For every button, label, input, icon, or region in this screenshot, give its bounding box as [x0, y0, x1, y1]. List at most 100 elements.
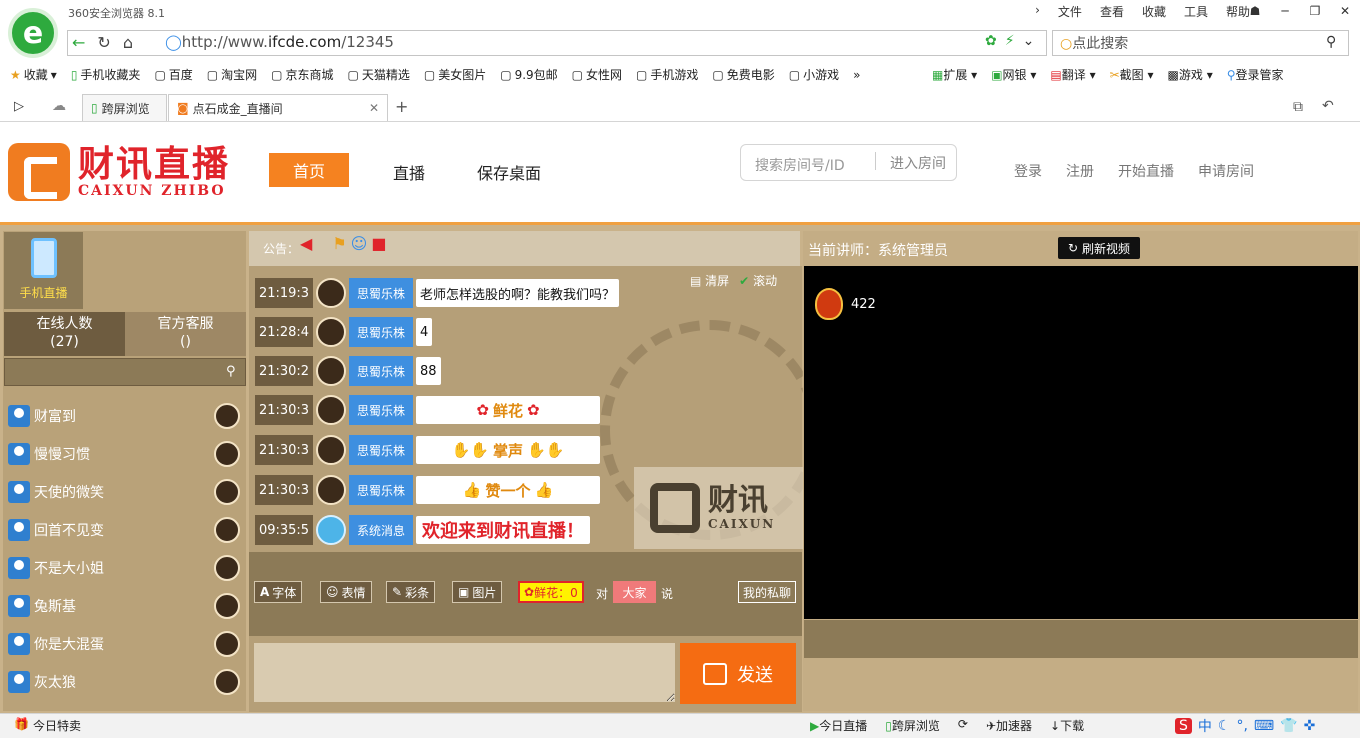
- auto-scroll-toggle[interactable]: ✔ 滚动: [739, 272, 777, 289]
- close-window-button[interactable]: ✕: [1330, 0, 1360, 22]
- extension-item[interactable]: ✂截图 ▾: [1110, 66, 1154, 83]
- moon-icon[interactable]: ☾: [1218, 718, 1231, 734]
- bookmark-item[interactable]: ▢ 百度: [154, 66, 192, 83]
- user-search-input[interactable]: [4, 358, 246, 386]
- room-search-input[interactable]: 搜索房间号/ID: [755, 155, 845, 175]
- back-icon[interactable]: ←: [72, 33, 85, 52]
- font-button[interactable]: A 字体: [254, 581, 303, 603]
- message-sender[interactable]: 思蜀乐株: [349, 475, 414, 505]
- browser-logo-icon[interactable]: e: [8, 8, 58, 58]
- menu-tools[interactable]: 工具: [1184, 3, 1208, 20]
- user-list-item[interactable]: 天使的微笑: [8, 477, 244, 507]
- send-button[interactable]: 发送: [680, 643, 796, 704]
- message-sender[interactable]: 思蜀乐株: [349, 356, 414, 386]
- emoji-button[interactable]: ☺ 表情: [320, 581, 372, 603]
- bookmark-item[interactable]: ▢ 京东商城: [271, 66, 333, 83]
- more-bookmarks-icon[interactable]: »: [853, 66, 860, 83]
- skin-icon[interactable]: ☗: [1240, 0, 1270, 22]
- tab-online-users[interactable]: 在线人数 (27): [4, 312, 125, 356]
- tab-cross-screen[interactable]: ▯ 跨屏浏览: [82, 94, 167, 121]
- site-logo[interactable]: 财讯直播 CAIXUN ZHIBO: [8, 143, 230, 201]
- bookmark-item[interactable]: ▢ 美女图片: [424, 66, 486, 83]
- start-live-link[interactable]: 开始直播: [1118, 161, 1174, 181]
- user-list-item[interactable]: 你是大混蛋: [8, 629, 244, 659]
- menu-favorites[interactable]: 收藏: [1142, 3, 1166, 20]
- punctuation-icon[interactable]: °,: [1236, 718, 1247, 734]
- user-list-item[interactable]: 慢慢习惯: [8, 439, 244, 469]
- dropdown-icon[interactable]: ⌄: [1023, 33, 1035, 49]
- bookmark-item[interactable]: ▢ 女性网: [572, 66, 622, 83]
- speaker-icon[interactable]: ◀: [300, 234, 312, 253]
- new-tab-icon[interactable]: +: [395, 97, 408, 116]
- color-bar-button[interactable]: ✎ 彩条: [386, 581, 436, 603]
- video-player[interactable]: [804, 266, 1358, 619]
- sidebar-toggle-icon[interactable]: ▷: [14, 99, 24, 114]
- status-accelerator[interactable]: ✈加速器: [986, 717, 1032, 734]
- ime-logo-icon[interactable]: S: [1175, 717, 1192, 734]
- mobile-live-button[interactable]: 手机直播: [4, 232, 83, 309]
- user-list-item[interactable]: 兔斯基: [8, 591, 244, 621]
- nav-home[interactable]: 首页: [269, 153, 349, 187]
- user-list-item[interactable]: 灰太狼: [8, 667, 244, 697]
- extension-item[interactable]: ▩游戏 ▾: [1168, 66, 1213, 83]
- message-sender[interactable]: 思蜀乐株: [349, 435, 414, 465]
- security-icon[interactable]: ✿: [985, 33, 997, 49]
- bookmark-item[interactable]: ▢ 天猫精选: [348, 66, 410, 83]
- enter-room-button[interactable]: 进入房间: [890, 153, 946, 173]
- bookmark-item[interactable]: ▢ 淘宝网: [207, 66, 257, 83]
- status-cross-screen[interactable]: ▯跨屏浏览: [885, 717, 940, 734]
- message-sender[interactable]: 思蜀乐株: [349, 395, 414, 425]
- apply-room-link[interactable]: 申请房间: [1198, 161, 1254, 181]
- nav-save-desktop[interactable]: 保存桌面: [477, 160, 541, 184]
- flower-counter[interactable]: ✿ 鲜花：0: [518, 581, 584, 603]
- minimize-button[interactable]: ─: [1270, 0, 1300, 22]
- bookmark-item[interactable]: ▯ 手机收藏夹: [71, 66, 141, 83]
- message-sender[interactable]: 思蜀乐株: [349, 317, 414, 347]
- message-sender[interactable]: 思蜀乐株: [349, 278, 414, 308]
- extension-item[interactable]: ⚲登录管家: [1227, 66, 1284, 83]
- menu-chevron-icon[interactable]: ›: [1035, 3, 1040, 20]
- menu-view[interactable]: 查看: [1100, 3, 1124, 20]
- home-icon[interactable]: ⌂: [123, 33, 133, 52]
- status-refresh-icon[interactable]: ⟳: [958, 717, 968, 734]
- ime-mode[interactable]: 中: [1198, 716, 1212, 736]
- bookmark-favorites[interactable]: ★ 收藏 ▾: [10, 66, 57, 83]
- cloud-icon[interactable]: ☁: [52, 98, 66, 114]
- nav-live[interactable]: 直播: [393, 160, 425, 184]
- speed-icon[interactable]: ⚡: [1005, 33, 1015, 49]
- clear-screen-button[interactable]: ▤ 清屏: [690, 272, 729, 289]
- tab-list-icon[interactable]: ⧉: [1293, 99, 1303, 115]
- user-list-item[interactable]: 回首不见变: [8, 515, 244, 545]
- bookmark-item[interactable]: ▢ 免费电影: [712, 66, 774, 83]
- tab-official-service[interactable]: 官方客服 (): [125, 312, 246, 356]
- private-chat-button[interactable]: 我的私聊: [738, 581, 796, 603]
- bookmark-item[interactable]: ▢ 9.9包邮: [500, 66, 557, 83]
- extension-item[interactable]: ▣网银 ▾: [991, 66, 1036, 83]
- recipient-select[interactable]: 大家: [613, 581, 656, 603]
- tools-icon[interactable]: ✜: [1304, 718, 1316, 734]
- image-button[interactable]: ▣ 图片: [452, 581, 503, 603]
- search-icon[interactable]: ⚲: [226, 364, 236, 379]
- refresh-video-button[interactable]: ↻ 刷新视频: [1058, 237, 1140, 259]
- tab-live-room[interactable]: ◙ 点石成金_直播间 ✕: [168, 94, 388, 121]
- reload-icon[interactable]: ↻: [97, 33, 110, 52]
- bookmark-item[interactable]: ▢ 手机游戏: [636, 66, 698, 83]
- user-list-item[interactable]: 不是大小姐: [8, 553, 244, 583]
- keyboard-icon[interactable]: ⌨: [1254, 718, 1274, 734]
- message-sender[interactable]: 系统消息: [349, 515, 414, 545]
- undo-close-icon[interactable]: ↶: [1322, 98, 1334, 114]
- user-list-item[interactable]: 财富到: [8, 401, 244, 431]
- menu-file[interactable]: 文件: [1058, 3, 1082, 20]
- extension-item[interactable]: ▤翻译 ▾: [1050, 66, 1095, 83]
- url-text[interactable]: ◯http://www.ifcde.com/12345: [165, 33, 394, 51]
- status-download[interactable]: ↓下载: [1050, 717, 1084, 734]
- close-tab-icon[interactable]: ✕: [369, 101, 379, 115]
- today-deals[interactable]: 🎁 今日特卖: [14, 717, 81, 734]
- extension-item[interactable]: ▦扩展 ▾: [932, 66, 977, 83]
- message-input[interactable]: [254, 643, 675, 702]
- shirt-icon[interactable]: 👕: [1280, 718, 1297, 734]
- status-live[interactable]: ▶今日直播: [810, 717, 867, 734]
- search-icon[interactable]: ⚲: [1326, 34, 1336, 50]
- login-link[interactable]: 登录: [1014, 161, 1042, 181]
- bookmark-item[interactable]: ▢ 小游戏: [789, 66, 839, 83]
